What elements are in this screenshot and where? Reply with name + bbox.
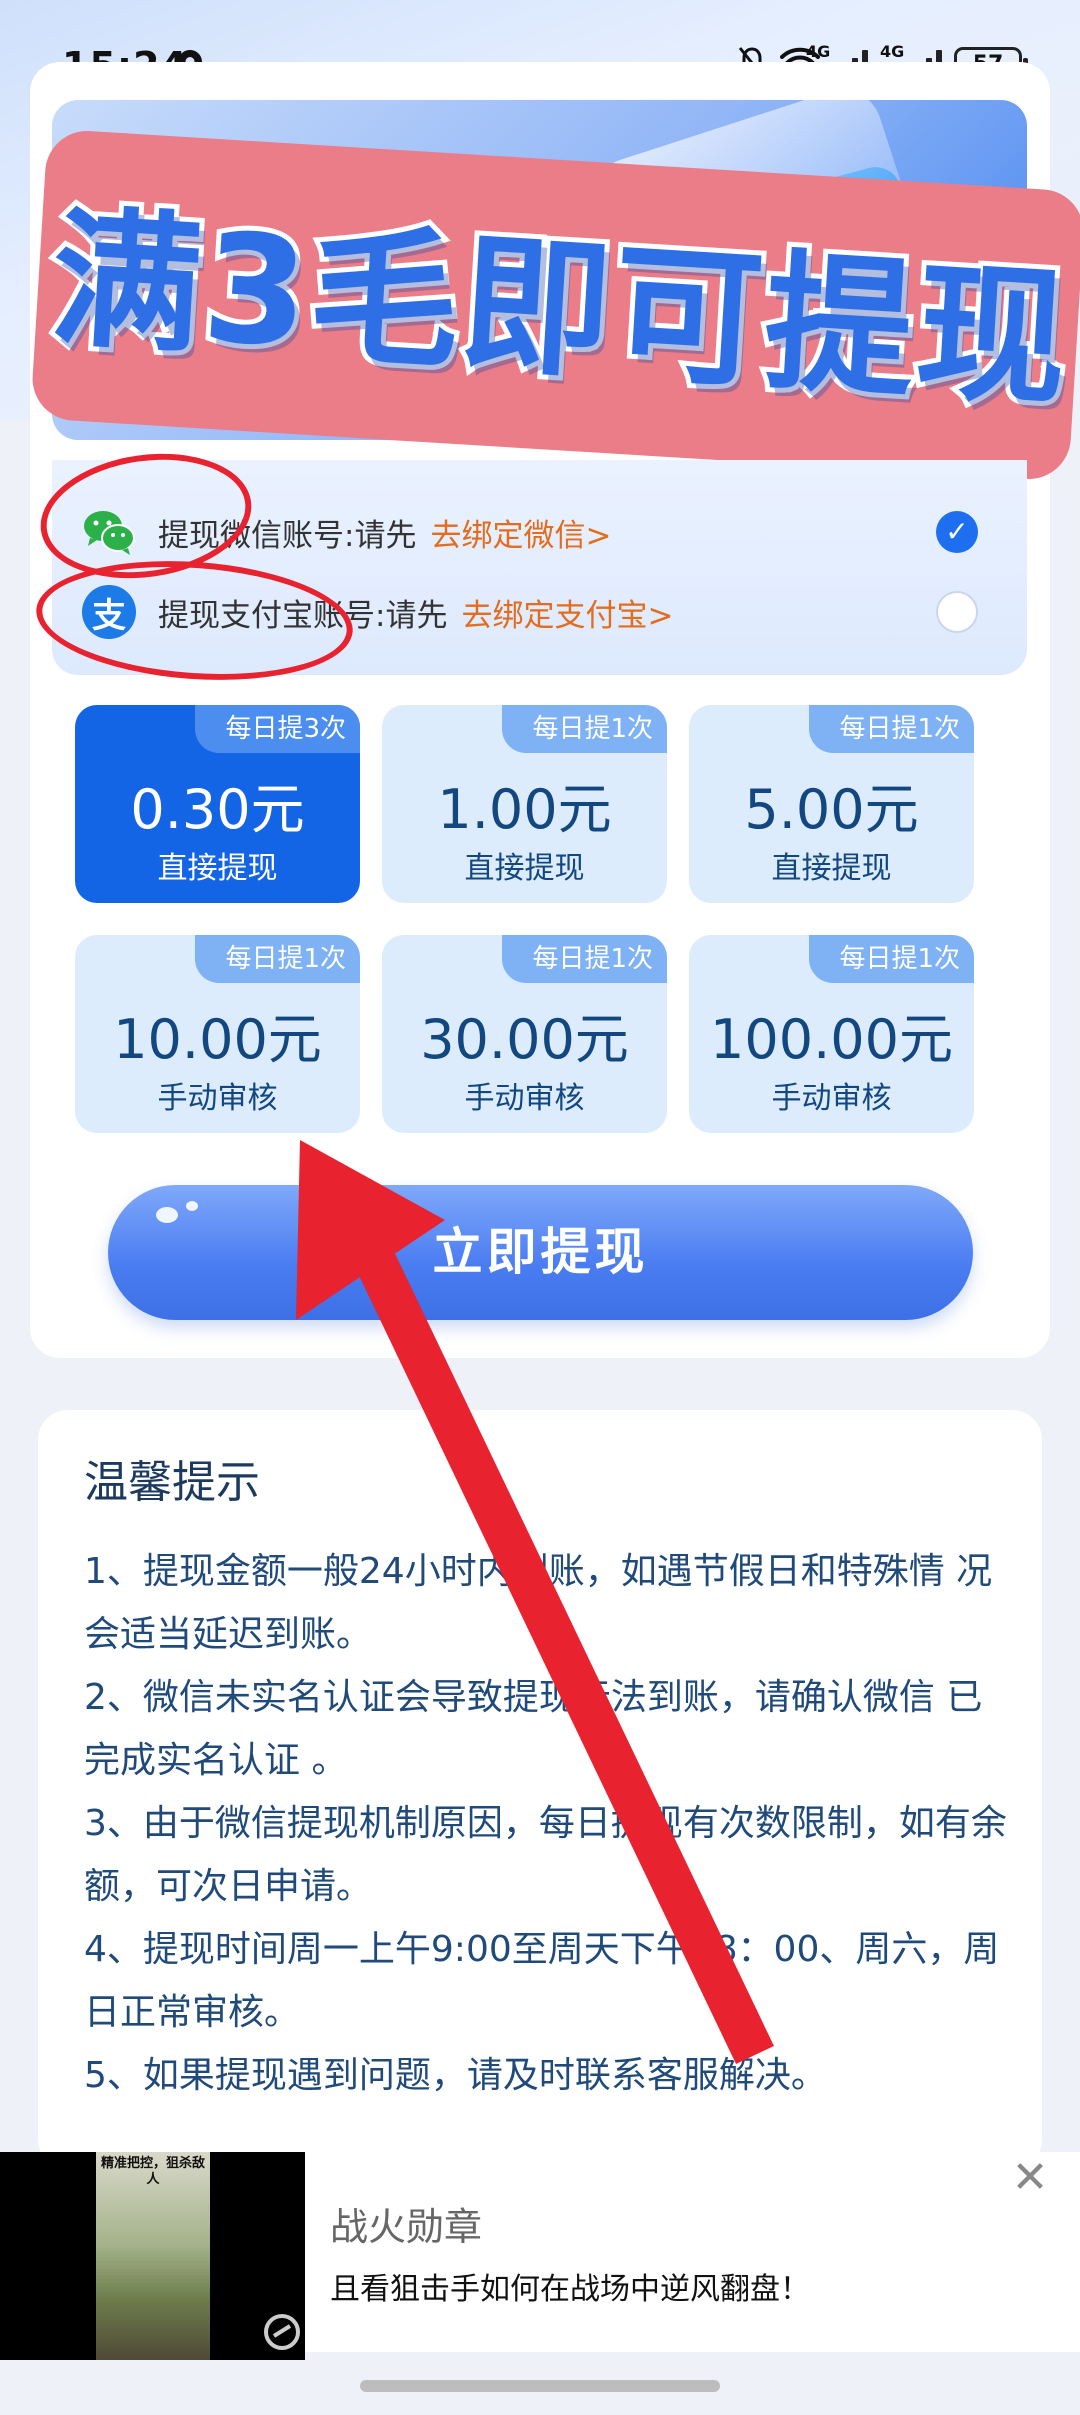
button-highlight [186,1201,198,1211]
option-type: 手动审核 [464,1081,585,1116]
option-limit-tag: 每日提1次 [809,935,974,983]
ad-logo-icon [262,2312,302,2356]
withdraw-option-100-00[interactable]: 每日提1次 100.00元 手动审核 [689,935,974,1133]
withdraw-now-button[interactable]: 立即提现 [108,1185,973,1320]
tip-item: 3、由于微信提现机制原因，每日提现有次数限制，如有余额，可次日申请。 [84,1803,1007,1907]
option-limit-tag: 每日提3次 [195,705,360,753]
option-type: 直接提现 [157,851,278,886]
option-limit-tag: 每日提1次 [502,705,667,753]
tip-item: 5、如果提现遇到问题，请及时联系客服解决。 [84,2055,827,2096]
option-type: 手动审核 [157,1081,278,1116]
tips-title: 温馨提示 [84,1457,260,1508]
tips-list: 1、提现金额一般24小时内到账，如遇节假日和特殊情 况会适当延迟到账。 2、微信… [84,1540,1014,2107]
ad-title: 战火勋章 [330,2205,483,2249]
wechat-select-radio[interactable]: ✓ [936,511,978,553]
option-amount: 100.00元 [710,1008,953,1071]
ad-banner[interactable]: 精准把控，狙杀敌人 战火勋章 且看狙击手如何在战场中逆风翻盘！ ✕ [0,2152,1080,2360]
option-amount: 10.00元 [113,1008,322,1071]
tip-item: 4、提现时间周一上午9:00至周天下午18：00、周六，周日正常审核。 [84,1929,1000,2033]
withdraw-now-label: 立即提现 [432,1223,649,1281]
ad-thumbnail-caption: 精准把控，狙杀敌人 [100,2156,205,2187]
bind-alipay-link[interactable]: 去绑定支付宝> [461,590,673,635]
alipay-select-radio[interactable] [936,591,978,633]
home-indicator[interactable] [360,2380,720,2392]
tips-card: 温馨提示 1、提现金额一般24小时内到账，如遇节假日和特殊情 况会适当延迟到账。… [38,1410,1042,2170]
ad-description: 且看狙击手如何在战场中逆风翻盘！ [330,2272,810,2307]
option-amount: 5.00元 [744,778,919,841]
option-type: 直接提现 [771,851,892,886]
withdraw-option-5-00[interactable]: 每日提1次 5.00元 直接提现 [689,705,974,903]
option-limit-tag: 每日提1次 [809,705,974,753]
withdraw-option-1-00[interactable]: 每日提1次 1.00元 直接提现 [382,705,667,903]
option-amount: 30.00元 [420,1008,629,1071]
button-highlight [156,1207,178,1223]
tip-item: 1、提现金额一般24小时内到账，如遇节假日和特殊情 况会适当延迟到账。 [84,1551,993,1655]
option-amount: 0.30元 [130,778,305,841]
option-limit-tag: 每日提1次 [502,935,667,983]
option-type: 手动审核 [771,1081,892,1116]
bind-wechat-link[interactable]: 去绑定微信> [430,510,611,555]
ad-thumbnail[interactable]: 精准把控，狙杀敌人 [0,2152,305,2360]
option-amount: 1.00元 [437,778,612,841]
withdraw-option-10-00[interactable]: 每日提1次 10.00元 手动审核 [75,935,360,1133]
withdraw-option-0-30[interactable]: 每日提3次 0.30元 直接提现 [75,705,360,903]
option-limit-tag: 每日提1次 [195,935,360,983]
withdraw-option-30-00[interactable]: 每日提1次 30.00元 手动审核 [382,935,667,1133]
tip-item: 2、微信未实名认证会导致提现无法到账，请确认微信 已完成实名认证 。 [84,1677,983,1781]
close-icon[interactable]: ✕ [1010,2156,1050,2200]
option-type: 直接提现 [464,851,585,886]
